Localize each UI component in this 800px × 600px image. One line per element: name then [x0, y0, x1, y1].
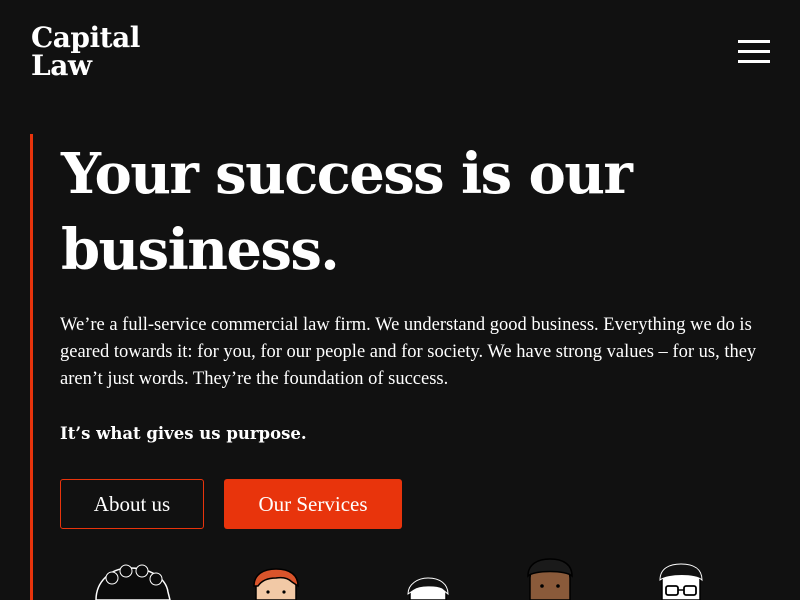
- hamburger-menu-icon-bar: [738, 50, 770, 53]
- menu-button[interactable]: [734, 36, 774, 68]
- about-us-button[interactable]: About us: [60, 479, 204, 529]
- hero-intro-text: We’re a full-service commercial law firm…: [60, 315, 757, 389]
- red-hair-person-illustration: [253, 568, 299, 600]
- hero-tagline: It’s what gives us purpose.: [60, 424, 307, 443]
- logo-line-1: Capital: [31, 21, 140, 54]
- hamburger-menu-icon-bar: [738, 60, 770, 63]
- short-hair-person-illustration: [527, 558, 573, 600]
- our-services-button[interactable]: Our Services: [224, 479, 402, 529]
- people-illustrations: [95, 558, 703, 600]
- logo-line-2: Law: [31, 49, 92, 82]
- glasses-person-illustration: [659, 563, 703, 600]
- logo[interactable]: Capital Law: [31, 24, 140, 80]
- hero-headline: Your success is our business.: [61, 141, 633, 283]
- dark-hair-person-illustration: [407, 577, 449, 600]
- curly-hair-person-illustration: [95, 564, 171, 600]
- hamburger-menu-icon: [738, 40, 770, 43]
- hero-section: Your success is our business. We’re a fu…: [30, 134, 800, 600]
